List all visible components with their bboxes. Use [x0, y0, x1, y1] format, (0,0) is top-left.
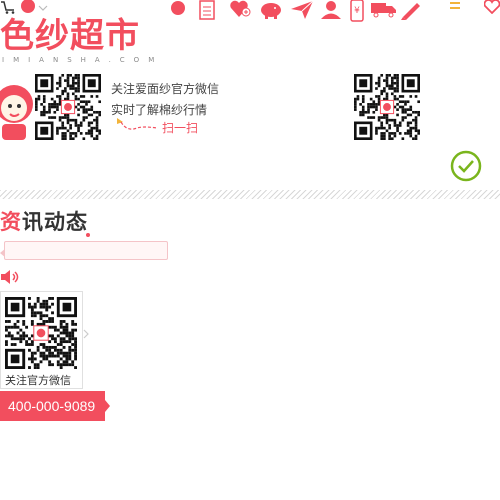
news-title-first-char: 资 [0, 210, 22, 234]
piggy-bank-icon[interactable] [259, 0, 283, 25]
document-icon[interactable] [199, 0, 215, 25]
mascot-icon [0, 78, 34, 147]
curved-arrow-icon [113, 114, 161, 139]
logo-subtitle: IMIANSHA.COM [2, 56, 164, 64]
hotline-button[interactable]: 400-000-9089 [0, 391, 105, 421]
chevron-right-icon[interactable] [83, 326, 89, 344]
paper-plane-icon[interactable] [290, 0, 314, 25]
qr-code-app [354, 74, 420, 140]
user-icon[interactable] [320, 0, 342, 25]
side-qr-code [5, 297, 77, 374]
news-section-title: 资讯动态 [0, 206, 88, 236]
heart-icon[interactable] [483, 0, 500, 19]
scan-label: 扫一扫 [162, 121, 199, 135]
hotline-tip [105, 400, 110, 412]
qr-code-wechat [35, 74, 101, 140]
side-qr-label: 关注官方微信 [5, 374, 71, 387]
phone-yuan-icon[interactable]: ¥ [350, 0, 364, 27]
title-dot-icon [86, 224, 90, 242]
truck-icon[interactable] [370, 0, 398, 23]
speaker-icon[interactable] [0, 268, 20, 291]
news-title-rest: 讯动态 [22, 210, 88, 234]
section-divider [0, 190, 500, 199]
logo[interactable]: 色纱超市 [0, 16, 140, 56]
heart-plus-icon[interactable] [229, 0, 251, 23]
record-icon[interactable] [170, 0, 186, 21]
svg-text:¥: ¥ [354, 6, 360, 16]
check-circle-icon[interactable] [450, 150, 482, 187]
news-search-input[interactable] [5, 243, 167, 261]
follow-wechat-text: 关注爱面纱官方微信 [111, 82, 220, 96]
news-search-box[interactable] [4, 241, 168, 261]
menu-icon[interactable] [450, 0, 460, 18]
pencil-icon[interactable] [400, 0, 422, 25]
